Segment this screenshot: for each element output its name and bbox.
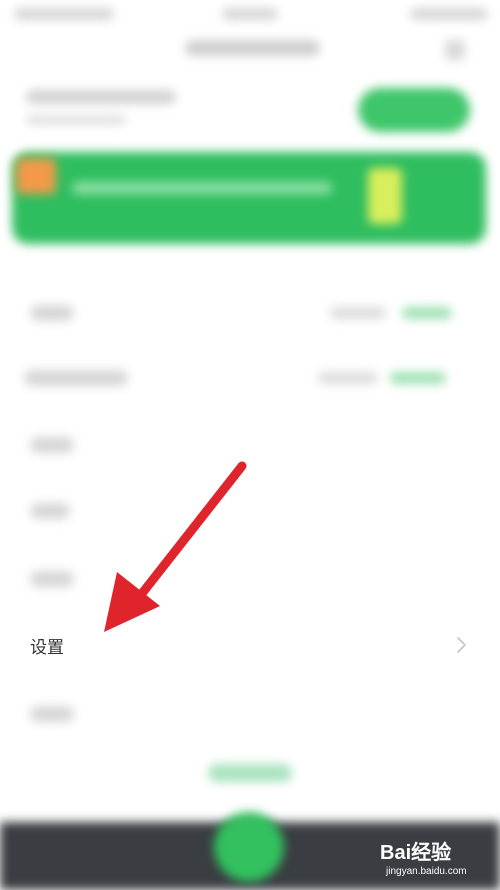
banner-badge xyxy=(16,158,56,194)
watermark-brand: Bai经验 xyxy=(380,842,452,864)
list-item-value xyxy=(330,307,386,319)
settings-label: 设置 xyxy=(30,638,64,658)
list-item-label xyxy=(30,305,74,321)
list-item[interactable] xyxy=(0,346,500,412)
list-item-value xyxy=(318,372,378,384)
list-item-label xyxy=(30,706,74,722)
banner-image xyxy=(368,168,402,224)
chevron-right-icon xyxy=(457,637,466,653)
list-item-badge xyxy=(390,372,446,384)
list-item[interactable] xyxy=(0,546,500,612)
baidu-jingyan-watermark: Bai经验 jingyan.baidu.com xyxy=(380,836,498,888)
promo-banner[interactable] xyxy=(12,152,486,244)
list-item[interactable] xyxy=(0,478,500,544)
list-item-badge xyxy=(402,307,452,319)
banner-text xyxy=(72,182,332,194)
list-item-label xyxy=(30,503,70,519)
more-icon[interactable] xyxy=(445,40,465,60)
page-title xyxy=(185,40,320,56)
list-item-label xyxy=(30,437,74,453)
center-tab-button[interactable] xyxy=(214,812,284,882)
status-bar xyxy=(0,0,500,30)
watermark-url: jingyan.baidu.com xyxy=(386,866,467,877)
status-bar-battery xyxy=(410,8,488,20)
bottom-action-pill[interactable] xyxy=(208,764,292,782)
user-name xyxy=(26,90,176,104)
list-item[interactable] xyxy=(0,280,500,346)
user-action-button[interactable] xyxy=(358,88,470,132)
list-item[interactable] xyxy=(0,412,500,478)
status-bar-time xyxy=(14,8,114,20)
list-item-label xyxy=(24,370,128,386)
list-item-label xyxy=(30,571,74,587)
settings-row[interactable] xyxy=(0,612,500,678)
list-item[interactable] xyxy=(0,680,500,746)
status-bar-carrier xyxy=(222,8,278,20)
user-subtitle xyxy=(26,115,126,125)
